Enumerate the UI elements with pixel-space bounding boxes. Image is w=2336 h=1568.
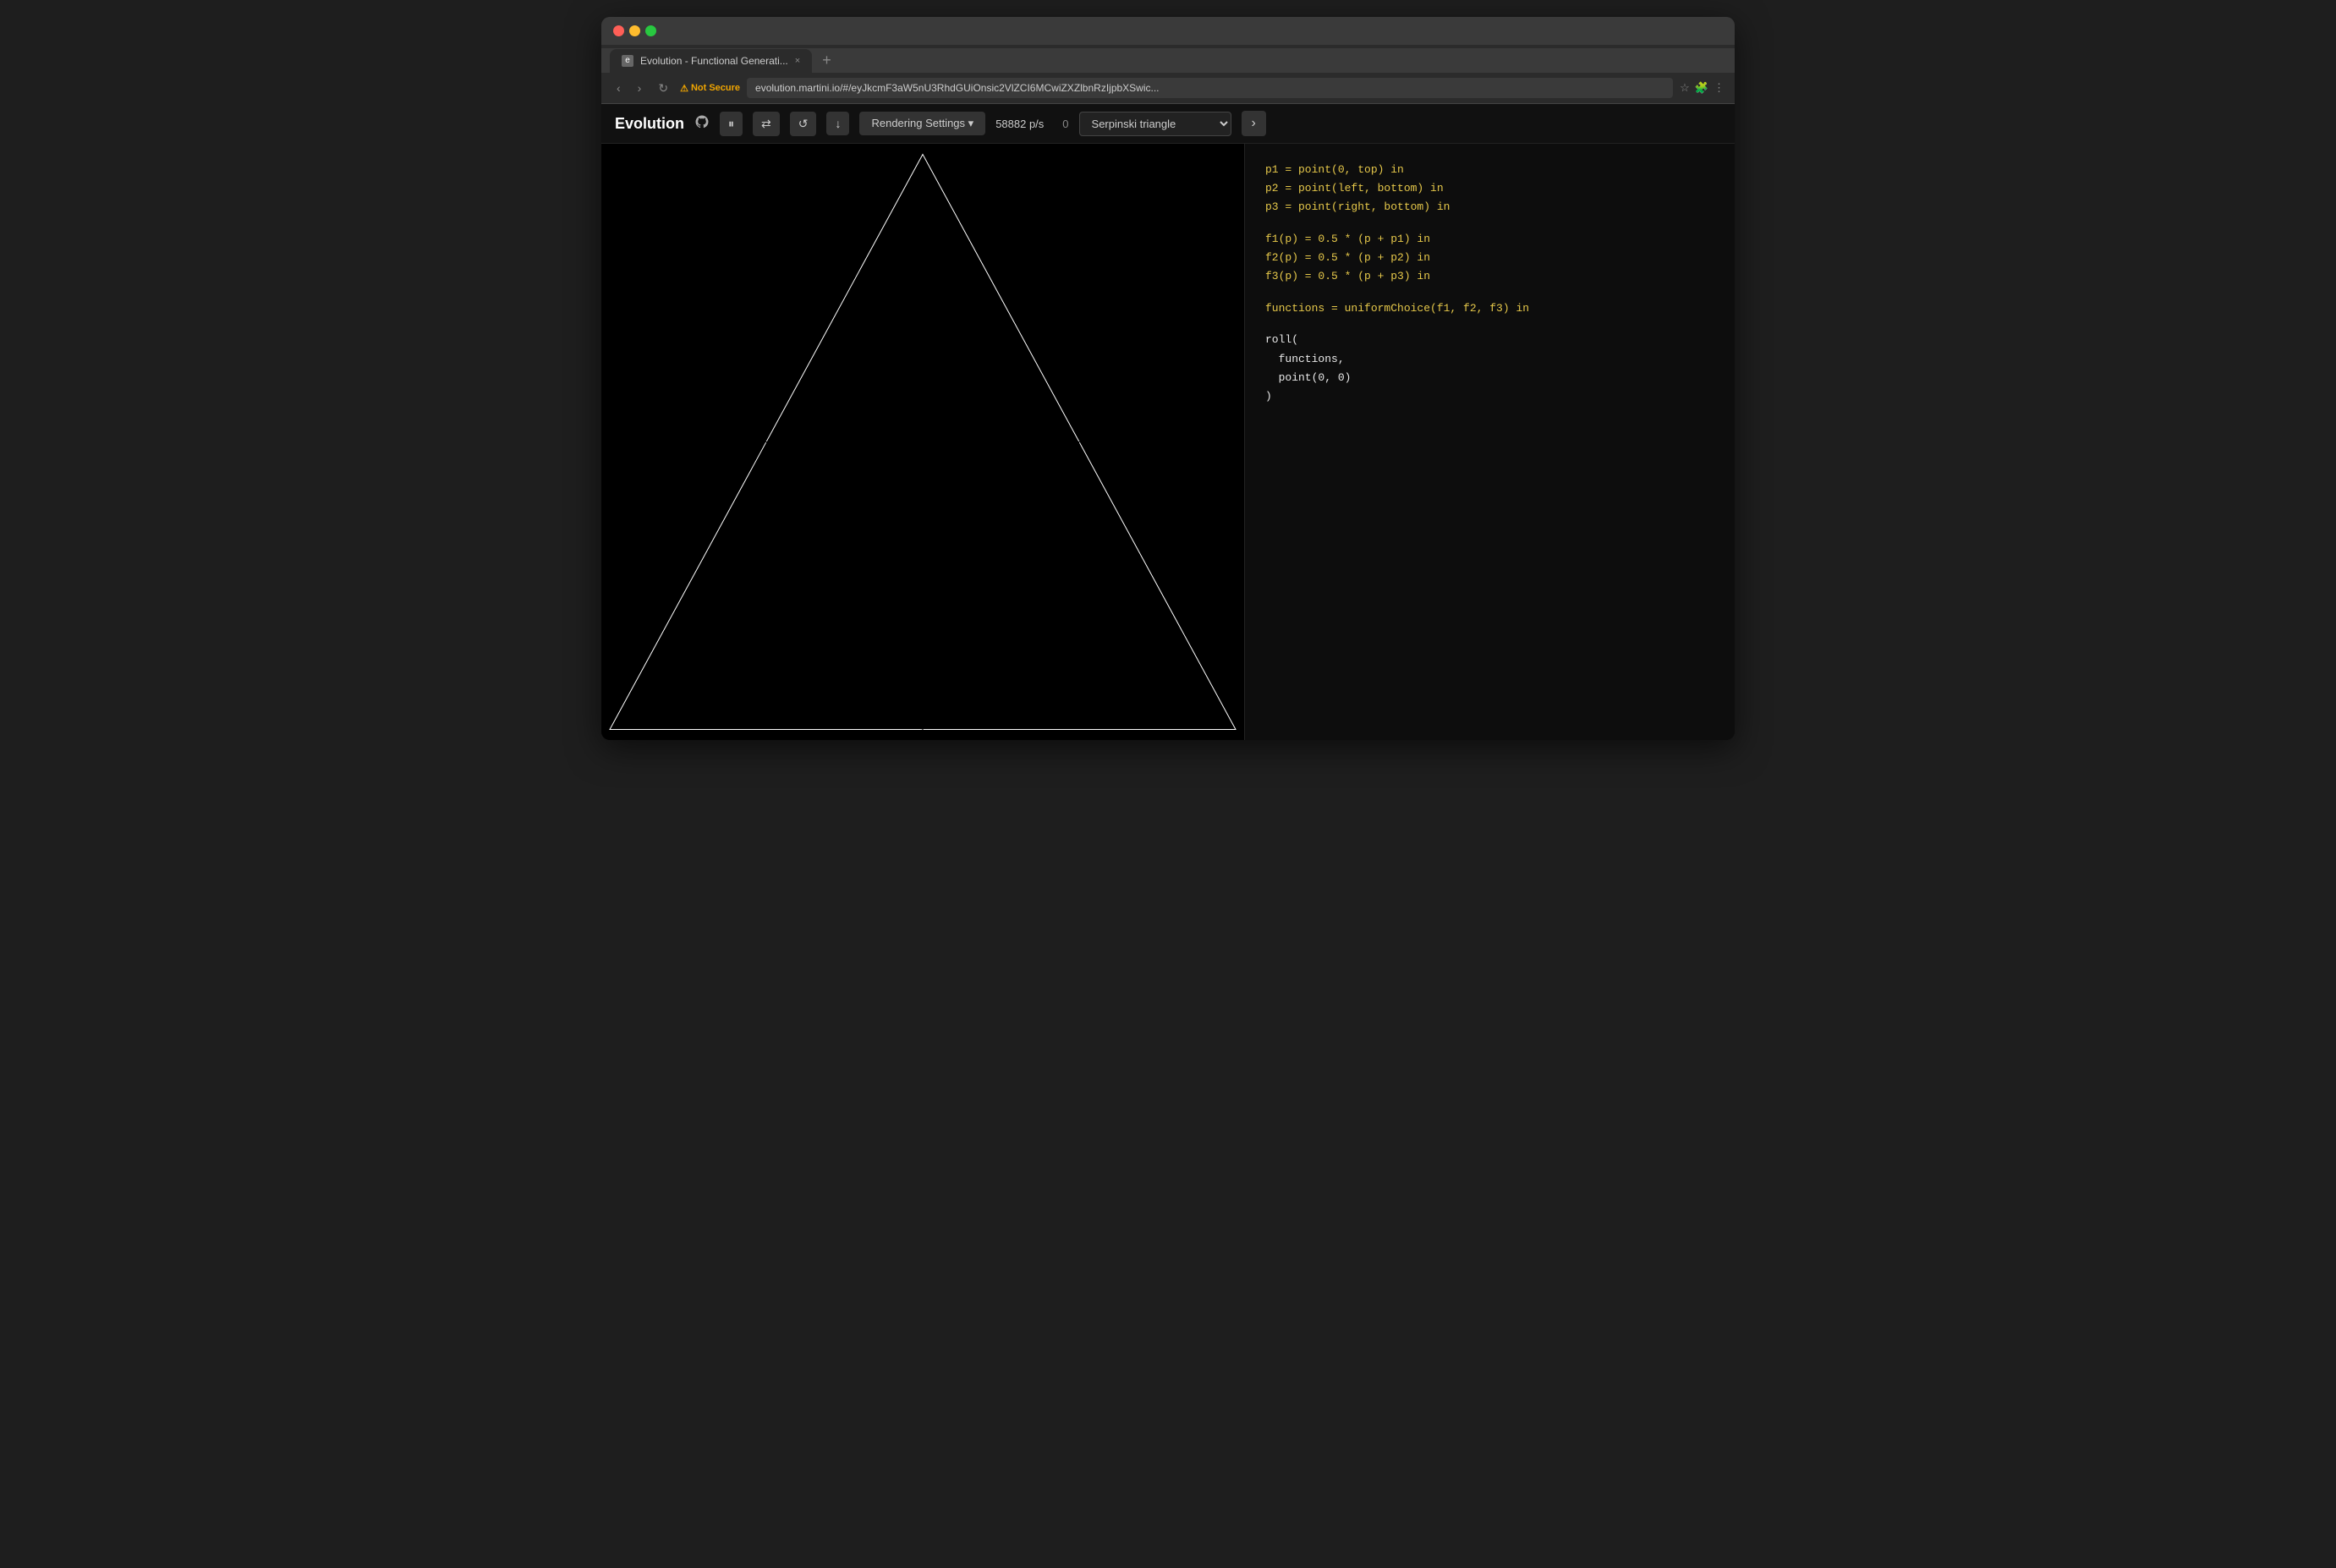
app: Evolution ⏸ ⇄ ↺ ↓ Rendering Settings ▾ 5… [601,104,1735,740]
bookmark-icon[interactable]: ☆ [1680,81,1690,95]
shuffle-button[interactable]: ⇄ [753,112,780,136]
reset-button[interactable]: ↺ [790,112,817,136]
app-title: Evolution [615,115,684,133]
warning-icon: ⚠ [680,83,688,94]
download-icon: ↓ [835,117,841,130]
code-line-1: p1 = point(0, top) in [1265,161,1714,179]
code-empty-3 [1265,318,1714,332]
reset-icon: ↺ [798,117,809,131]
browser-icons: ☆ 🧩 ⋮ [1680,81,1725,95]
menu-icon[interactable]: ⋮ [1714,81,1725,95]
code-empty-2 [1265,286,1714,299]
next-icon: › [1252,116,1256,130]
code-panel: p1 = point(0, top) in p2 = point(left, b… [1244,144,1735,740]
app-toolbar: Evolution ⏸ ⇄ ↺ ↓ Rendering Settings ▾ 5… [601,104,1735,144]
next-button[interactable]: › [1242,111,1266,136]
tab-title: Evolution - Functional Generati... [640,55,788,67]
code-empty-1 [1265,217,1714,230]
code-line-4: f1(p) = 0.5 * (p + p1) in [1265,230,1714,249]
active-tab[interactable]: e Evolution - Functional Generati... × [610,49,812,73]
reload-button[interactable]: ↻ [653,79,673,97]
code-line-5: f2(p) = 0.5 * (p + p2) in [1265,249,1714,267]
tab-favicon: e [622,55,633,67]
rendering-settings-button[interactable]: Rendering Settings ▾ [859,112,985,135]
tab-bar: e Evolution - Functional Generati... × + [601,48,1735,73]
code-line-3: p3 = point(right, bottom) in [1265,198,1714,217]
title-bar [601,17,1735,45]
code-line-10: point(0, 0) [1265,369,1714,387]
extensions-icon[interactable]: 🧩 [1695,81,1708,95]
github-icon[interactable] [694,114,710,134]
counter-extra: 0 [1062,118,1068,130]
rendering-settings-label: Rendering Settings ▾ [871,117,973,130]
preset-select[interactable]: Serpinski triangle Dragon curve Barnsley… [1079,112,1231,136]
sierpinski-svg [601,144,1244,740]
minimize-button[interactable] [629,25,640,36]
forward-button[interactable]: › [633,79,647,96]
code-line-11: ) [1265,387,1714,406]
code-line-7: functions = uniformChoice(f1, f2, f3) in [1265,299,1714,318]
new-tab-button[interactable]: + [815,48,838,73]
browser-window: e Evolution - Functional Generati... × +… [601,17,1735,740]
code-line-9: functions, [1265,350,1714,369]
security-label: Not Secure [691,83,740,93]
address-bar: ‹ › ↻ ⚠ Not Secure ☆ 🧩 ⋮ [601,73,1735,104]
security-warning: ⚠ Not Secure [680,83,740,94]
canvas-area [601,144,1244,740]
pause-icon: ⏸ [728,117,734,131]
tab-close-icon[interactable]: × [795,56,800,66]
maximize-button[interactable] [645,25,656,36]
url-input[interactable] [747,78,1673,98]
traffic-lights [613,25,656,36]
code-line-8: roll( [1265,331,1714,349]
counter-value: 58882 p/s [995,118,1044,130]
close-button[interactable] [613,25,624,36]
back-button[interactable]: ‹ [611,79,626,96]
content-area: p1 = point(0, top) in p2 = point(left, b… [601,144,1735,740]
pause-button[interactable]: ⏸ [720,112,743,136]
code-line-6: f3(p) = 0.5 * (p + p3) in [1265,267,1714,286]
code-line-2: p2 = point(left, bottom) in [1265,179,1714,198]
shuffle-icon: ⇄ [761,117,771,131]
download-button[interactable]: ↓ [826,112,849,135]
